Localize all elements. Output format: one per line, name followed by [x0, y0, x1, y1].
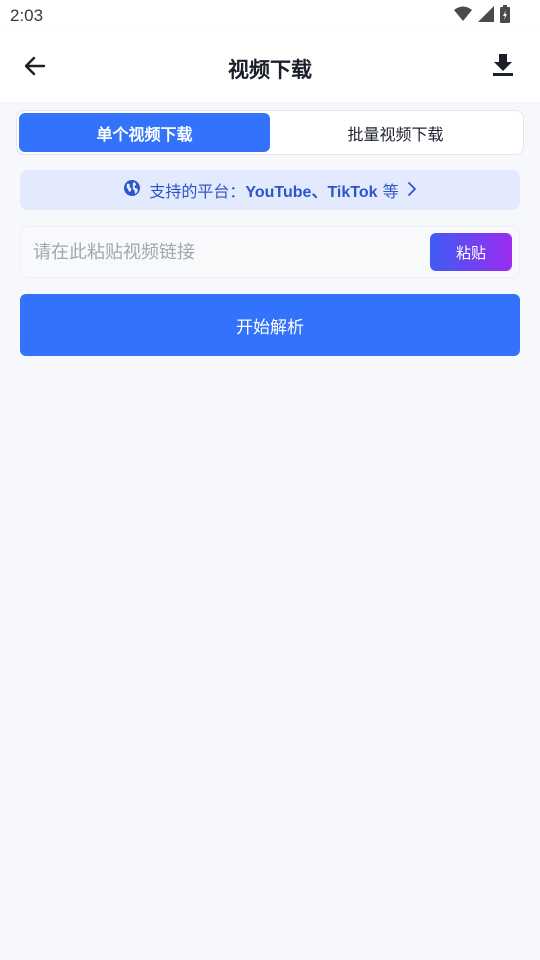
- platforms-label: 支持的平台：: [149, 182, 246, 201]
- tab-batch-download[interactable]: 批量视频下载: [270, 113, 521, 152]
- start-parse-button[interactable]: 开始解析: [20, 294, 520, 356]
- download-button[interactable]: [486, 50, 520, 84]
- paste-button[interactable]: 粘贴: [430, 233, 512, 271]
- platforms-list: YouTube、TikTok: [245, 184, 378, 201]
- status-icons: [454, 5, 510, 27]
- chevron-right-icon: [407, 181, 417, 200]
- url-input-container: 粘贴: [20, 226, 520, 278]
- download-mode-tabs: 单个视频下载 批量视频下载: [16, 110, 524, 155]
- page-title: 视频下载: [228, 58, 312, 82]
- video-url-input[interactable]: [33, 227, 423, 277]
- globe-icon: [123, 179, 141, 201]
- status-bar: 2:03: [0, 0, 540, 32]
- supported-platforms-banner[interactable]: 支持的平台：YouTube、TikTok 等: [20, 170, 520, 210]
- battery-icon: [500, 5, 510, 27]
- app-bar: 视频下载: [0, 32, 540, 102]
- download-icon: [492, 53, 514, 81]
- wifi-icon: [454, 6, 472, 26]
- tab-single-download[interactable]: 单个视频下载: [19, 113, 270, 152]
- platforms-suffix: 等: [382, 182, 399, 201]
- signal-icon: [478, 6, 494, 26]
- status-time: 2:03: [10, 6, 44, 25]
